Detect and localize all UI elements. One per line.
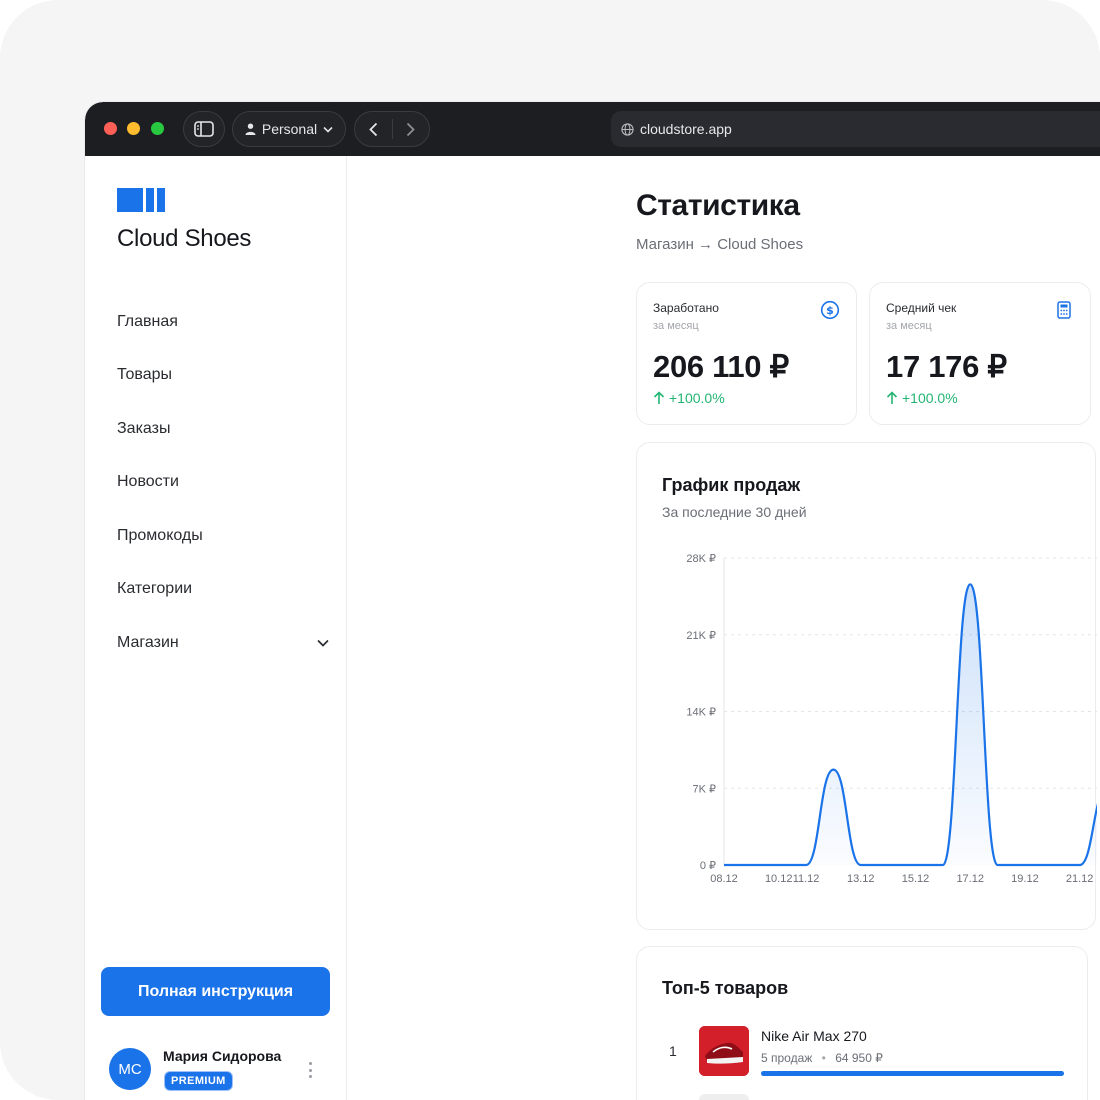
calculator-icon — [1057, 301, 1071, 319]
globe-icon — [621, 122, 634, 136]
dollar-circle-icon: $ — [820, 300, 840, 320]
chevron-down-icon — [317, 639, 329, 647]
sidebar-item-store[interactable]: Магазин — [117, 616, 329, 670]
stat-period: за месяц — [653, 320, 699, 332]
more-options-icon[interactable] — [305, 1062, 315, 1078]
stat-label: Средний чек — [886, 301, 957, 315]
y-tick-label: 14K ₽ — [686, 707, 716, 719]
sidebar-icon — [194, 121, 214, 137]
back-button[interactable] — [355, 122, 392, 137]
premium-badge: PREMIUM — [165, 1072, 232, 1090]
stat-label: Заработано — [653, 301, 719, 315]
sneaker-icon — [699, 1026, 749, 1076]
brand-name: Cloud Shoes — [117, 225, 252, 252]
x-tick-label: 19.12 — [1011, 873, 1039, 885]
history-navigation — [354, 111, 430, 147]
x-tick-label: 08.12 — [710, 873, 738, 885]
top-products-title: Топ-5 товаров — [662, 978, 789, 998]
y-tick-label: 7K ₽ — [692, 783, 716, 795]
stat-value: 206 110 ₽ — [653, 349, 789, 384]
y-tick-label: 21K ₽ — [686, 630, 716, 642]
meta-separator: • — [821, 1051, 826, 1065]
profile-switcher[interactable]: Personal — [232, 111, 346, 147]
sidebar-menu: Главная Товары Заказы Новости Промокоды … — [117, 295, 329, 670]
stat-period: за месяц — [886, 320, 932, 332]
product-revenue: 64 950 ₽ — [835, 1051, 883, 1065]
y-tick-label: 28K ₽ — [686, 553, 716, 565]
x-tick-label: 10.12 — [765, 873, 793, 885]
svg-text:$: $ — [826, 304, 834, 317]
chevron-down-icon — [323, 126, 333, 133]
arrow-up-icon — [653, 391, 665, 404]
product-image — [699, 1026, 749, 1076]
product-rank: 1 — [669, 1043, 677, 1059]
browser-titlebar: Personal cloudstore.app — [85, 102, 1100, 156]
product-row[interactable] — [662, 1094, 1072, 1100]
screen-frame: Personal cloudstore.app Cloud Shoes Глав… — [0, 0, 1100, 1100]
sidebar-item-orders[interactable]: Заказы — [117, 402, 329, 456]
arrow-up-icon — [886, 391, 898, 404]
x-tick-label: 11.12 — [793, 873, 820, 885]
stat-delta-value: +100.0% — [669, 390, 725, 406]
product-share-bar — [761, 1071, 1064, 1076]
person-icon — [245, 123, 256, 135]
chevron-right-icon — [407, 122, 416, 136]
x-tick-label: 21.12 — [1066, 873, 1094, 885]
x-tick-label: 17.12 — [956, 873, 984, 885]
sidebar-item-label: Главная — [117, 312, 178, 330]
breadcrumb: Магазин → Cloud Shoes — [636, 236, 804, 253]
minimize-window-button[interactable] — [127, 122, 140, 135]
product-meta: 5 продаж • 64 950 ₽ — [761, 1051, 883, 1065]
user-name: Мария Сидорова — [163, 1048, 282, 1064]
sidebar-item-home[interactable]: Главная — [117, 295, 329, 349]
product-row[interactable]: 1 Nike Air Max 270 5 продаж • 64 950 ₽ — [662, 1026, 1072, 1078]
sidebar-item-promocodes[interactable]: Промокоды — [117, 509, 329, 563]
product-share-fill — [761, 1071, 1064, 1076]
sidebar: Cloud Shoes Главная Товары Заказы Новост… — [85, 156, 347, 1100]
maximize-window-button[interactable] — [151, 122, 164, 135]
close-window-button[interactable] — [104, 122, 117, 135]
x-tick-label: 15.12 — [902, 873, 930, 885]
chevron-left-icon — [368, 122, 377, 136]
forward-button[interactable] — [393, 122, 430, 137]
profile-label: Personal — [261, 121, 318, 137]
sidebar-item-categories[interactable]: Категории — [117, 563, 329, 617]
page-title: Статистика — [636, 189, 800, 222]
user-profile[interactable]: МС Мария Сидорова PREMIUM — [109, 1046, 323, 1096]
product-name: Nike Air Max 270 — [761, 1028, 867, 1044]
avatar: МС — [109, 1048, 151, 1090]
sales-chart[interactable]: 0 ₽ 7K ₽ 14K ₽ 21K ₽ 28K ₽ 08.12 10.12 11.12 13.… — [637, 443, 1097, 931]
browser-window: Personal cloudstore.app Cloud Shoes Глав… — [85, 102, 1100, 1100]
sidebar-item-news[interactable]: Новости — [117, 456, 329, 510]
stat-value: 17 176 ₽ — [886, 349, 1007, 384]
stat-card-earned: Заработано за месяц 206 110 ₽ +100.0% $ — [636, 282, 857, 425]
address-bar[interactable]: cloudstore.app — [611, 111, 1100, 147]
brand-logo — [117, 188, 165, 212]
url-text: cloudstore.app — [640, 121, 732, 137]
sidebar-item-label: Промокоды — [117, 526, 203, 544]
toggle-sidebar-button[interactable] — [183, 111, 225, 147]
full-guide-button[interactable]: Полная инструкция — [101, 967, 330, 1016]
sidebar-item-label: Товары — [117, 366, 173, 384]
product-sales: 5 продаж — [761, 1051, 813, 1065]
top-products-card: Топ-5 товаров 1 Nike Air Max 270 5 прода… — [636, 946, 1088, 1100]
y-tick-label: 0 ₽ — [700, 860, 716, 872]
stat-card-average-check: Средний чек за месяц 17 176 ₽ +100.0% — [869, 282, 1091, 425]
sidebar-item-label: Категории — [117, 580, 193, 598]
sidebar-item-products[interactable]: Товары — [117, 349, 329, 403]
x-tick-label: 13.12 — [847, 873, 875, 885]
sales-area — [724, 584, 1097, 865]
stat-delta: +100.0% — [653, 390, 725, 406]
sales-line — [723, 583, 1097, 867]
sidebar-item-label: Магазин — [117, 633, 179, 651]
sales-chart-card: График продаж За последние 30 дней 0 ₽7K… — [636, 442, 1097, 931]
stat-delta-value: +100.0% — [902, 390, 958, 406]
sidebar-item-label: Новости — [117, 473, 179, 491]
sidebar-item-label: Заказы — [117, 419, 171, 437]
stat-delta: +100.0% — [886, 390, 958, 406]
product-image — [699, 1094, 749, 1100]
